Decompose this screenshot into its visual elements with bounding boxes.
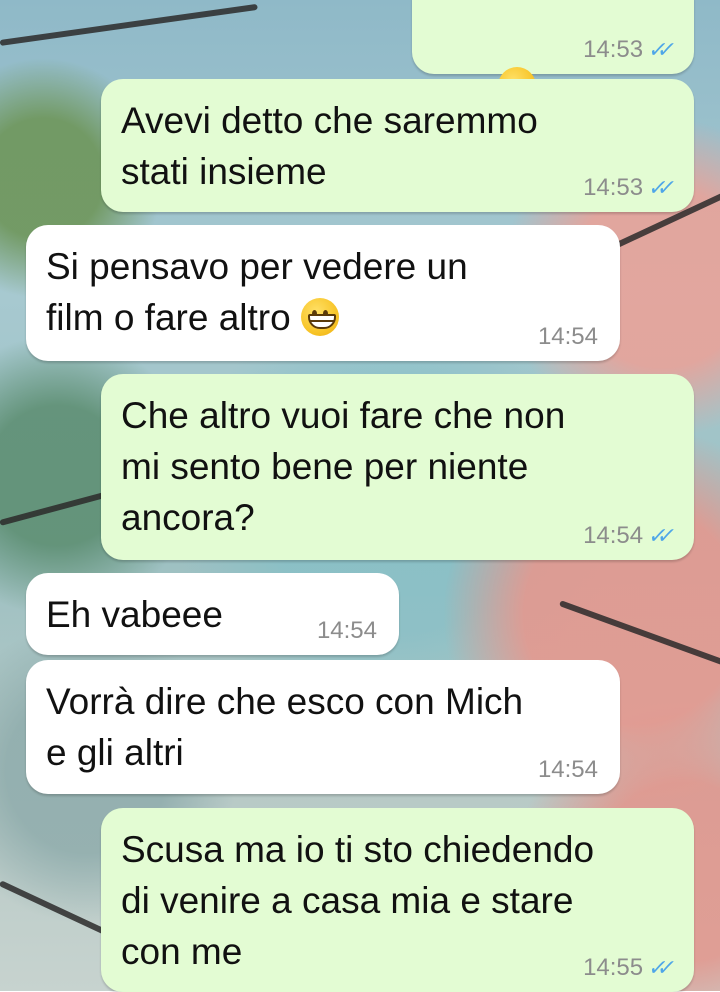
message-meta: 14:54 <box>538 756 598 784</box>
grinning-face-icon <box>300 298 339 337</box>
chat-message-list[interactable]: 14:53 ✓✓ Avevi detto che saremmo stati i… <box>0 0 720 992</box>
message-time: 14:55 <box>583 954 644 981</box>
message-text: Vorrà dire che esco con Mich e gli altri <box>46 681 524 773</box>
message-meta: 14:54 ✓✓ <box>583 522 674 550</box>
message-time: 14:54 <box>583 522 644 549</box>
message-time: 14:53 <box>583 174 644 201</box>
message-bubble-outgoing[interactable]: Avevi detto che saremmo stati insieme 14… <box>101 79 694 212</box>
message-time: 14:54 <box>537 323 598 350</box>
message-text: Che altro vuoi fare che non mi sento ben… <box>121 395 566 538</box>
double-check-icon: ✓✓ <box>646 955 669 980</box>
message-meta: 14:53 ✓✓ <box>583 174 674 202</box>
message-meta: 14:53 ✓✓ <box>583 36 674 64</box>
message-bubble-incoming[interactable]: Si pensavo per vedere un film o fare alt… <box>26 225 620 361</box>
message-bubble-outgoing[interactable]: 14:53 ✓✓ <box>412 0 694 157</box>
message-text: Si pensavo per vedere un film o fare alt… <box>46 241 600 343</box>
message-meta: 14:54 <box>317 617 377 645</box>
message-bubble-outgoing[interactable]: Che altro vuoi fare che non mi sento ben… <box>101 374 694 560</box>
message-bubble-outgoing[interactable]: Scusa ma io ti sto chiedendo di venire a… <box>101 808 694 992</box>
double-check-icon: ✓✓ <box>646 523 669 548</box>
message-text-content: Si pensavo per vedere un film o fare alt… <box>46 246 468 338</box>
message-bubble-incoming[interactable]: Eh vabeee 14:54 <box>26 573 399 655</box>
message-meta: 14:55 ✓✓ <box>583 954 674 982</box>
message-meta: 14:54 <box>538 323 598 351</box>
double-check-icon: ✓✓ <box>646 37 669 62</box>
message-bubble-incoming[interactable]: Vorrà dire che esco con Mich e gli altri… <box>26 660 620 794</box>
message-time: 14:54 <box>316 617 377 644</box>
message-time: 14:54 <box>537 756 598 783</box>
double-check-icon: ✓✓ <box>646 175 669 200</box>
message-time: 14:53 <box>583 36 644 63</box>
